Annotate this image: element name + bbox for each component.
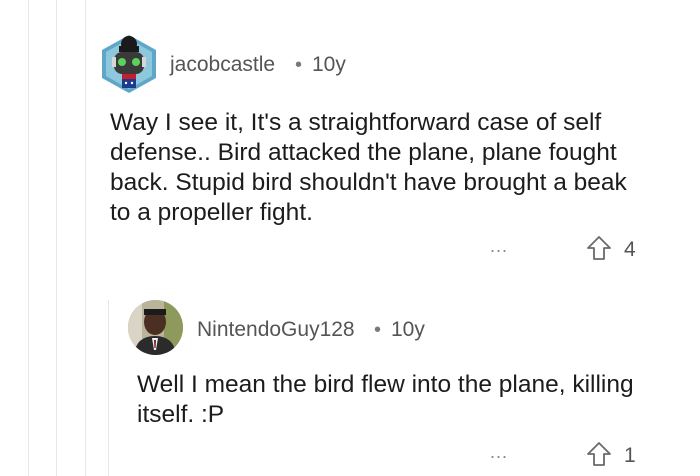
upvote-count: 1 <box>624 444 636 467</box>
username[interactable]: NintendoGuy128 <box>197 318 355 342</box>
upvote-arrow-icon <box>587 236 611 260</box>
more-options-button[interactable]: ... <box>490 236 508 257</box>
username[interactable]: jacobcastle <box>170 53 275 77</box>
comment-body-line: itself. :P <box>137 401 225 428</box>
thread-line-comment <box>85 0 86 476</box>
comment-body-line: to a propeller fight. <box>110 199 313 226</box>
thread-line-outer <box>28 0 29 476</box>
comment-body-line: back. Stupid bird shouldn't have brought… <box>110 169 627 196</box>
thread-line-inner <box>56 0 57 476</box>
upvote-button[interactable] <box>585 234 613 262</box>
separator-dot: • <box>374 319 382 341</box>
person-photo-avatar-icon <box>128 300 183 355</box>
comment-body: Well I mean the bird flew into the plane… <box>137 370 634 430</box>
comment-body-line: defense.. Bird attacked the plane, plane… <box>110 139 617 166</box>
comment-body-line: Way I see it, It's a straightforward cas… <box>110 109 602 136</box>
robot-snoo-avatar-icon <box>102 35 156 93</box>
comment-age: 10y <box>312 53 346 76</box>
comment-age: 10y <box>391 318 425 341</box>
thread-line-reply <box>108 300 109 476</box>
separator-dot: • <box>295 54 303 76</box>
upvote-count: 4 <box>624 238 636 261</box>
upvote-button[interactable] <box>585 440 613 468</box>
more-options-button[interactable]: ... <box>490 442 508 463</box>
avatar[interactable] <box>128 300 183 355</box>
avatar[interactable] <box>98 33 160 95</box>
comment-body-line: Well I mean the bird flew into the plane… <box>137 371 634 398</box>
upvote-arrow-icon <box>587 442 611 466</box>
comment-body: Way I see it, It's a straightforward cas… <box>110 108 627 228</box>
